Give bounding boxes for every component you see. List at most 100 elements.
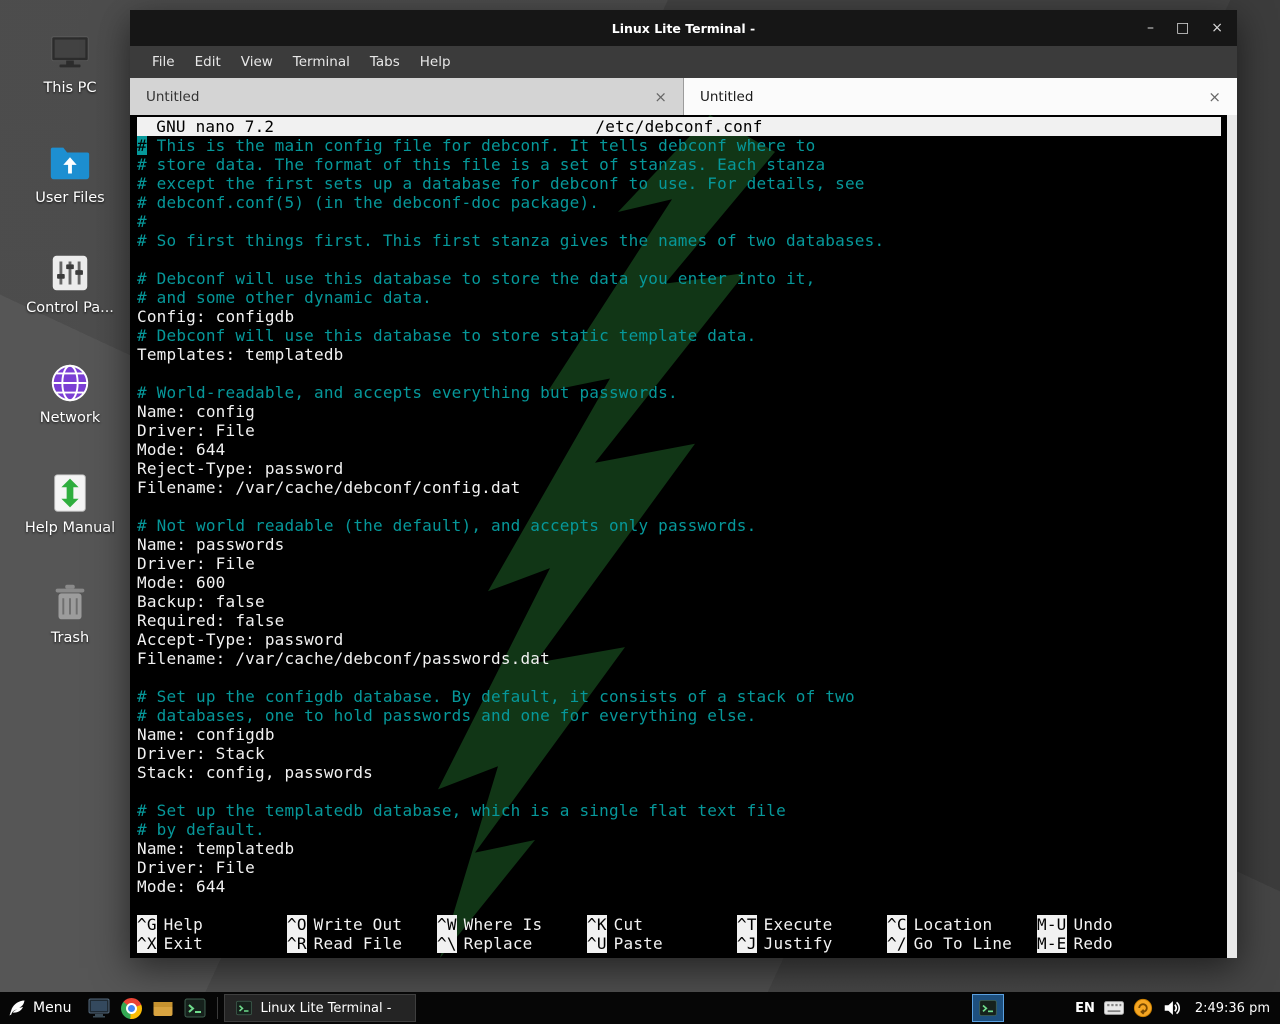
nano-shortcut-exit[interactable]: ^XExit	[137, 934, 287, 953]
menu-button[interactable]: Menu	[0, 992, 83, 1024]
tray-terminal-icon[interactable]	[972, 994, 1004, 1022]
keyboard-layout-indicator[interactable]: EN	[1075, 1001, 1095, 1016]
shortcut-label: Location	[914, 915, 993, 934]
desktop-icon-label: This PC	[43, 80, 96, 96]
nano-shortcut-read-file[interactable]: ^RRead File	[287, 934, 437, 953]
nano-shortcut-redo[interactable]: M-E Redo	[1037, 934, 1187, 953]
editor-line: Mode: 600	[137, 573, 1221, 592]
window-titlebar[interactable]: Linux Lite Terminal - – □ ×	[130, 10, 1237, 46]
network-icon	[47, 360, 93, 406]
nano-shortcut-help[interactable]: ^GHelp	[137, 915, 287, 934]
nano-shortcut-execute[interactable]: ^TExecute	[737, 915, 887, 934]
window-list: Linux Lite Terminal -	[224, 994, 416, 1022]
desktop-icon-network[interactable]: Network	[16, 360, 124, 426]
editor-line: Name: config	[137, 402, 1221, 421]
desktop-icon-user-files[interactable]: User Files	[16, 140, 124, 206]
editor-line: # store data. The format of this file is…	[137, 155, 1221, 174]
taskbar-separator	[217, 997, 218, 1019]
linux-lite-feather-icon	[8, 999, 26, 1017]
shortcut-key: ^\	[437, 934, 457, 953]
editor-line: # databases, one to hold passwords and o…	[137, 706, 1221, 725]
close-button[interactable]: ×	[1211, 20, 1223, 36]
editor-line: # by default.	[137, 820, 1221, 839]
terminal-view[interactable]: GNU nano 7.2 /etc/debconf.conf # This is…	[130, 115, 1237, 958]
desktop-icon-label: Help Manual	[25, 520, 115, 536]
menu-item-edit[interactable]: Edit	[185, 50, 231, 74]
shortcut-key: M-E	[1037, 934, 1067, 953]
maximize-button[interactable]: □	[1176, 20, 1189, 36]
menu-item-tabs[interactable]: Tabs	[360, 50, 410, 74]
scrollbar[interactable]	[1227, 115, 1237, 958]
editor-line: # Set up the templatedb database, which …	[137, 801, 1221, 820]
shortcut-key: ^C	[887, 915, 907, 934]
nano-shortcut-write-out[interactable]: ^OWrite Out	[287, 915, 437, 934]
displays-icon[interactable]	[86, 995, 112, 1021]
tab-close-icon[interactable]: ×	[654, 88, 667, 106]
menu-item-file[interactable]: File	[142, 50, 185, 74]
shortcut-key: M-U	[1037, 915, 1067, 934]
menu-item-help[interactable]: Help	[410, 50, 461, 74]
editor-line: # Set up the configdb database. By defau…	[137, 687, 1221, 706]
desktop-icon-help-manual[interactable]: Help Manual	[16, 470, 124, 536]
nano-version: GNU nano 7.2	[156, 117, 274, 136]
nano-shortcut-justify[interactable]: ^JJustify	[737, 934, 887, 953]
shortcut-label: Write Out	[314, 915, 403, 934]
updates-icon[interactable]	[1133, 998, 1153, 1018]
editor-line: Name: templatedb	[137, 839, 1221, 858]
text-cursor: #	[137, 136, 147, 155]
nano-shortcut-bar: ^GHelp^OWrite Out^WWhere Is^K Cut ^TExecut…	[137, 915, 1221, 953]
shortcut-label: Help	[164, 915, 203, 934]
computer-icon	[47, 30, 93, 76]
desktop-icon-control-panel[interactable]: Control Pa...	[16, 250, 124, 316]
terminal-icon	[235, 999, 253, 1017]
folder-icon	[47, 140, 93, 186]
window-title: Linux Lite Terminal -	[612, 21, 756, 36]
nano-shortcut-paste[interactable]: ^UPaste	[587, 934, 737, 953]
editor-line: # This is the main config file for debco…	[137, 136, 1221, 155]
desktop-icon-trash[interactable]: Trash	[16, 580, 124, 646]
scrollbar-thumb[interactable]	[1227, 115, 1237, 958]
shortcut-label: Where Is	[464, 915, 543, 934]
nano-shortcut-row-2: ^XExit^RRead File^\ Replace ^UPaste^JJusti…	[137, 934, 1221, 953]
nano-shortcut-go-to-line[interactable]: ^/Go To Line	[887, 934, 1037, 953]
file-manager-icon[interactable]	[150, 995, 176, 1021]
editor-line: Reject-Type: password	[137, 459, 1221, 478]
terminal-icon[interactable]	[182, 995, 208, 1021]
clock: 2:49:36 pm	[1195, 1001, 1270, 1016]
task-button-terminal[interactable]: Linux Lite Terminal -	[224, 994, 416, 1022]
shortcut-label: Exit	[164, 934, 203, 953]
help-manual-icon	[47, 470, 93, 516]
terminal-tab-2[interactable]: Untitled ×	[684, 78, 1237, 115]
shortcut-label: Replace	[464, 934, 533, 953]
control-panel-icon	[47, 250, 93, 296]
editor-content[interactable]: # This is the main config file for debco…	[137, 136, 1221, 896]
editor-line: Required: false	[137, 611, 1221, 630]
shortcut-label: Execute	[764, 915, 833, 934]
shortcut-label: Go To Line	[914, 934, 1012, 953]
editor-line	[137, 668, 1221, 687]
shortcut-label: Redo	[1074, 934, 1113, 953]
editor-line	[137, 782, 1221, 801]
volume-icon[interactable]	[1162, 998, 1182, 1018]
minimize-button[interactable]: –	[1147, 20, 1154, 36]
editor-line: Mode: 644	[137, 440, 1221, 459]
nano-shortcut-undo[interactable]: M-UUndo	[1037, 915, 1187, 934]
nano-shortcut-cut[interactable]: ^K Cut	[587, 915, 737, 934]
menu-item-terminal[interactable]: Terminal	[283, 50, 360, 74]
desktop-icon-this-pc[interactable]: This PC	[16, 30, 124, 96]
tab-close-icon[interactable]: ×	[1208, 88, 1221, 106]
menu-item-view[interactable]: View	[231, 50, 283, 74]
editor-line	[137, 497, 1221, 516]
nano-shortcut-where-is[interactable]: ^WWhere Is	[437, 915, 587, 934]
keyboard-icon[interactable]	[1104, 998, 1124, 1018]
desktop-icon-label: Control Pa...	[26, 300, 114, 316]
shortcut-label: Cut	[614, 915, 644, 934]
chrome-icon[interactable]	[118, 995, 144, 1021]
editor-line: Backup: false	[137, 592, 1221, 611]
nano-shortcut-replace[interactable]: ^\ Replace	[437, 934, 587, 953]
tab-label: Untitled	[700, 89, 753, 105]
editor-line: Name: passwords	[137, 535, 1221, 554]
terminal-tab-1[interactable]: Untitled×	[130, 78, 684, 115]
shortcut-key: ^K	[587, 915, 607, 934]
nano-shortcut-location[interactable]: ^C Location	[887, 915, 1037, 934]
